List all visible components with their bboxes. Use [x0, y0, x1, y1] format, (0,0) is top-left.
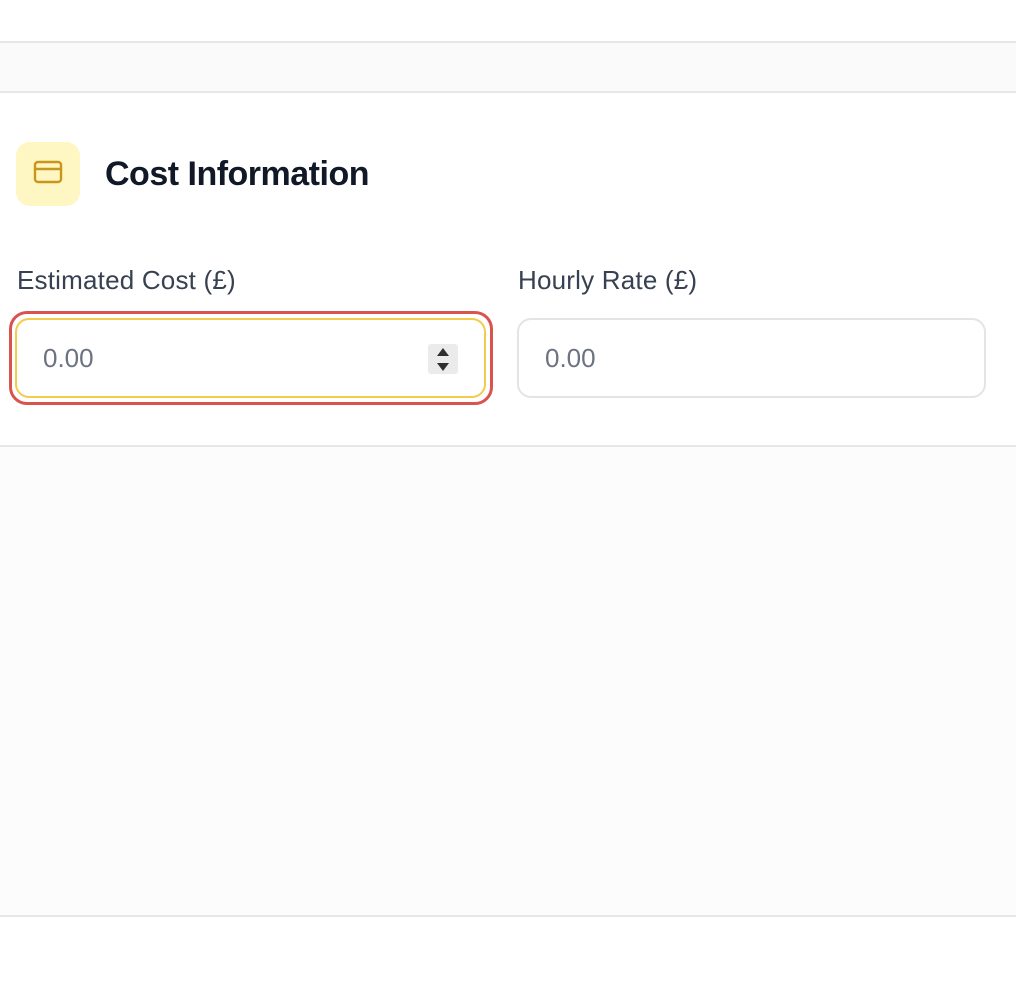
estimated-cost-field[interactable] [15, 318, 486, 398]
page: Cost Information Estimated Cost (£) Hour… [0, 0, 1016, 1000]
caret-up-icon [437, 347, 449, 356]
caret-down-icon [437, 362, 449, 371]
content-panel [0, 447, 1016, 917]
number-spinner[interactable] [428, 344, 458, 374]
estimated-cost-input[interactable] [43, 342, 403, 374]
section-title: Cost Information [105, 154, 369, 193]
credit-card-icon [33, 160, 63, 189]
footer-strip [0, 917, 1016, 1000]
spinner-decrement-button[interactable] [428, 359, 458, 374]
section-icon-tile [16, 142, 80, 206]
top-toolbar-strip [0, 0, 1016, 43]
cost-information-card: Cost Information Estimated Cost (£) Hour… [0, 95, 1016, 447]
hourly-rate-label: Hourly Rate (£) [518, 265, 698, 295]
spinner-increment-button[interactable] [428, 344, 458, 359]
section-separator-band [0, 43, 1016, 93]
section-header: Cost Information [16, 142, 369, 206]
hourly-rate-input[interactable] [545, 342, 905, 374]
estimated-cost-label: Estimated Cost (£) [17, 265, 236, 295]
hourly-rate-field[interactable] [517, 318, 986, 398]
